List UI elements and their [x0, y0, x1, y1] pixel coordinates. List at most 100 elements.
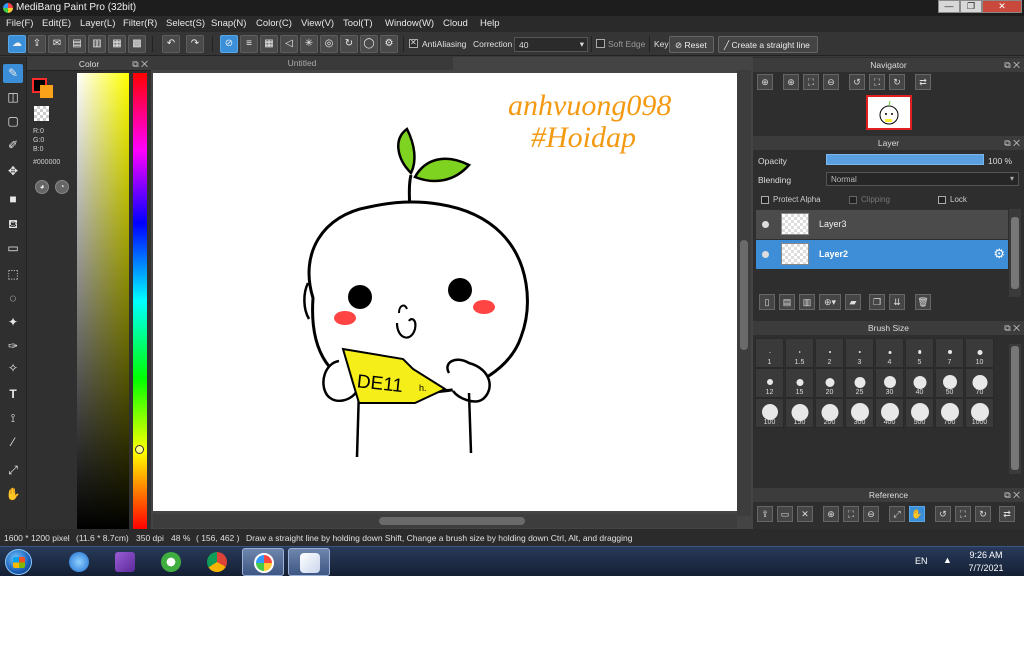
menu-edit[interactable]: Edit(E) [42, 18, 71, 29]
reference-close-icon[interactable]: ✕ [797, 506, 813, 522]
gradation-tool-icon[interactable]: ▭ [3, 239, 23, 258]
menu-select[interactable]: Select(S) [166, 18, 205, 29]
radial-snap-icon[interactable]: ✳ [300, 35, 318, 53]
taskbar-visual-studio[interactable] [104, 548, 146, 576]
panel-pin-close-icon[interactable]: ⧉ ✕ [1004, 321, 1020, 335]
visibility-icon[interactable] [762, 221, 769, 228]
reference-rotate-left-icon[interactable]: ↺ [935, 506, 951, 522]
taskbar-coccoc[interactable] [150, 548, 192, 576]
snap-off-icon[interactable]: ⊘ [220, 35, 238, 53]
duplicate-layer-icon[interactable]: ❐ [869, 294, 885, 310]
maximize-button[interactable]: ❐ [960, 0, 982, 13]
brush-size-7[interactable]: 7 [935, 338, 964, 368]
layer-row-layer2[interactable]: Layer2 ⚙ [756, 240, 1008, 269]
page-grid-icon[interactable]: ▩ [128, 35, 146, 53]
brush-size-scrollbar[interactable] [1009, 344, 1021, 474]
minimize-button[interactable]: — [938, 0, 960, 13]
create-straight-line-button[interactable]: ╱ Create a straight line [718, 36, 818, 53]
zoom-in-icon[interactable]: ⊕ [783, 74, 799, 90]
redo-icon[interactable]: ↷ [186, 35, 204, 53]
menu-filter[interactable]: Filter(R) [123, 18, 157, 29]
brush-size-12[interactable]: 12 [755, 368, 784, 398]
hue-slider-handle[interactable] [135, 445, 144, 454]
merge-layer-icon[interactable]: ⇊ [889, 294, 905, 310]
brush-size-400[interactable]: 400 [875, 398, 904, 428]
rotate-left-icon[interactable]: ↺ [849, 74, 865, 90]
clock-time[interactable]: 9:26 AM [963, 550, 1009, 560]
background-color-swatch[interactable] [40, 85, 53, 98]
lasso-tool-icon[interactable]: ◌ [3, 289, 23, 308]
magic-wand-tool-icon[interactable]: ✦ [3, 313, 23, 332]
menu-cloud[interactable]: Cloud [443, 18, 468, 29]
add-layer-dropdown-icon[interactable]: ⊕▾ [819, 294, 841, 310]
canvas-horizontal-scrollbar[interactable] [153, 514, 737, 528]
zoom-fit-icon[interactable]: ⊕ [757, 74, 773, 90]
eraser-tool-icon[interactable]: ◫ [3, 88, 23, 107]
reference-open-icon[interactable]: ▭ [777, 506, 793, 522]
scroll-thumb[interactable] [1011, 346, 1019, 470]
layer-settings-gear-icon[interactable]: ⚙ [993, 246, 1005, 262]
drawing-canvas[interactable]: DE11 h. anhvuong098 #Hoidap [153, 73, 737, 511]
taskbar-chrome[interactable] [196, 548, 238, 576]
hue-slider[interactable] [133, 73, 147, 529]
fullscreen-icon[interactable]: ⛶ [869, 74, 885, 90]
transparent-color-swatch[interactable] [34, 106, 49, 121]
rotate-right-icon[interactable]: ↻ [889, 74, 905, 90]
start-button[interactable] [5, 549, 32, 575]
reference-zoom-in-icon[interactable]: ⊕ [823, 506, 839, 522]
clipping-checkbox[interactable] [849, 196, 857, 204]
move-tool-icon[interactable]: ✥ [3, 162, 23, 181]
comment-icon[interactable]: ✉ [48, 35, 66, 53]
brush-size-1[interactable]: 1 [755, 338, 784, 368]
page-list-icon[interactable]: ▦ [108, 35, 126, 53]
brush-size-150[interactable]: 150 [785, 398, 814, 428]
circle-snap-icon[interactable]: ◯ [360, 35, 378, 53]
layer-scrollbar[interactable] [1009, 209, 1021, 297]
document-tab[interactable]: Untitled [151, 57, 453, 70]
brush-size-40[interactable]: 40 [905, 368, 934, 398]
cross-snap-icon[interactable]: ▦ [260, 35, 278, 53]
pen-tool-icon[interactable]: ✐ [3, 136, 23, 155]
brush-size-500[interactable]: 500 [905, 398, 934, 428]
reference-fit-icon[interactable]: ⛶ [843, 506, 859, 522]
soft-edge-checkbox[interactable] [596, 39, 605, 48]
reference-import-icon[interactable]: ⇪ [757, 506, 773, 522]
reference-rotate-right-icon[interactable]: ↻ [975, 506, 991, 522]
menu-window[interactable]: Window(W) [385, 18, 434, 29]
menu-file[interactable]: File(F) [6, 18, 33, 29]
select-eraser-tool-icon[interactable]: ✧ [3, 359, 23, 378]
page-icon[interactable]: ▥ [88, 35, 106, 53]
navigator-thumbnail[interactable] [866, 95, 912, 130]
menu-snap[interactable]: Snap(N) [211, 18, 246, 29]
hand-tool-icon[interactable]: ✋ [3, 485, 23, 504]
dot-tool-icon[interactable]: ▢ [3, 112, 23, 131]
visibility-icon[interactable] [762, 251, 769, 258]
bucket-tool-icon[interactable]: ⛾ [3, 215, 23, 234]
language-indicator[interactable]: EN [915, 556, 928, 566]
brush-size-1.5[interactable]: 1.5 [785, 338, 814, 368]
operation-tool-icon[interactable]: ⟟ [3, 409, 23, 428]
canvas-vertical-scrollbar[interactable] [737, 70, 751, 516]
snap-settings-icon[interactable]: ⚙ [380, 35, 398, 53]
fill-shape-tool-icon[interactable]: ■ [3, 190, 23, 209]
layer-row-layer3[interactable]: Layer3 [756, 210, 1008, 239]
text-tool-icon[interactable]: T [3, 385, 23, 404]
close-button[interactable]: ✕ [982, 0, 1022, 13]
reference-hand-icon[interactable]: ✋ [909, 506, 925, 522]
saturation-value-picker[interactable] [77, 73, 129, 529]
protect-alpha-checkbox[interactable] [761, 196, 769, 204]
brush-size-100[interactable]: 100 [755, 398, 784, 428]
menu-tool[interactable]: Tool(T) [343, 18, 373, 29]
brush-size-20[interactable]: 20 [815, 368, 844, 398]
reference-flip-icon[interactable]: ⇄ [999, 506, 1015, 522]
brush-size-1000[interactable]: 1000 [965, 398, 994, 428]
antialiasing-checkbox[interactable] [409, 38, 418, 48]
opacity-slider[interactable] [826, 154, 984, 165]
brush-size-10[interactable]: 10 [965, 338, 994, 368]
brush-size-25[interactable]: 25 [845, 368, 874, 398]
brush-size-4[interactable]: 4 [875, 338, 904, 368]
brush-size-3[interactable]: 3 [845, 338, 874, 368]
divide-tool-icon[interactable]: ⁄ [3, 433, 23, 452]
brush-size-70[interactable]: 70 [965, 368, 994, 398]
new-folder-icon[interactable]: ▰ [845, 294, 861, 310]
